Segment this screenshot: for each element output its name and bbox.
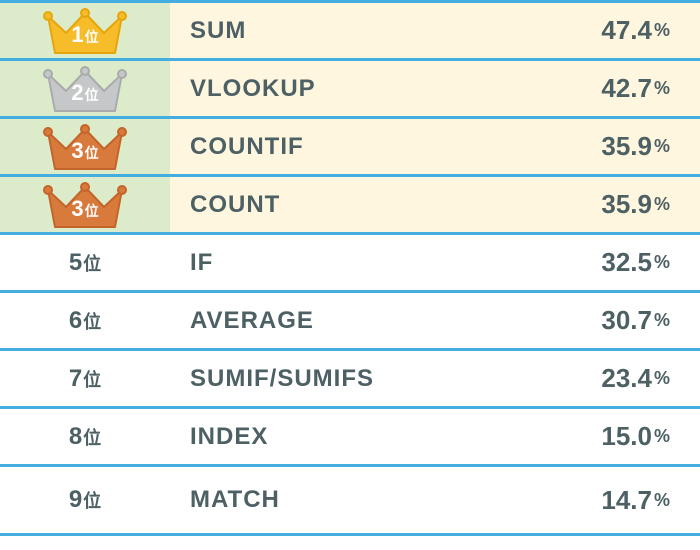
percent-mark: % — [654, 310, 670, 331]
rank-suffix: 位 — [83, 491, 101, 511]
percent-value: 14.7 — [601, 485, 652, 516]
function-name: IF — [190, 249, 213, 277]
table-row: 5位 IF 32.5% — [0, 235, 700, 293]
rank-crown-badge: 2 位 — [42, 65, 128, 113]
function-name: AVERAGE — [190, 307, 314, 335]
rank-cell: 1 位 — [0, 3, 170, 58]
rank-number: 8 — [69, 423, 82, 450]
table-row: 9位 MATCH 14.7% — [0, 467, 700, 533]
function-name: COUNTIF — [190, 133, 304, 161]
percent-mark: % — [654, 252, 670, 273]
percent-value: 15.0 — [601, 421, 652, 452]
rank-crown-badge: 3 位 — [42, 123, 128, 171]
table-row: 6位 AVERAGE 30.7% — [0, 293, 700, 351]
ranking-table: 1 位 SUM47.4% 2 位 VLOOKUP42.7% 3 位 COUNTI… — [0, 0, 700, 536]
percent-mark: % — [654, 78, 670, 99]
rank-number: 6 — [69, 307, 82, 334]
percent-mark: % — [654, 194, 670, 215]
function-name-cell: COUNTIF — [170, 119, 510, 174]
percent-mark: % — [654, 20, 670, 41]
function-name-cell: MATCH — [170, 467, 510, 533]
rank-suffix: 位 — [85, 27, 99, 47]
rank-number: 1 — [71, 22, 83, 48]
rank-label: 7位 — [69, 365, 101, 393]
rank-suffix: 位 — [85, 85, 99, 105]
rank-cell: 5位 — [0, 235, 170, 290]
percent-cell: 47.4% — [510, 3, 700, 58]
function-name-cell: IF — [170, 235, 510, 290]
percent-cell: 42.7% — [510, 61, 700, 116]
percent-value: 30.7 — [601, 305, 652, 336]
rank-suffix: 位 — [83, 312, 101, 332]
rank-label: 8位 — [69, 423, 101, 451]
percent-cell: 23.4% — [510, 351, 700, 406]
table-row: 3 位 COUNT 35.9% — [0, 177, 700, 235]
rank-crown-badge: 1 位 — [42, 7, 128, 55]
rank-label: 2 位 — [71, 80, 98, 106]
function-name: VLOOKUP — [190, 75, 316, 103]
percent-value: 32.5 — [601, 247, 652, 278]
rank-crown-badge: 3 位 — [42, 181, 128, 229]
rank-suffix: 位 — [83, 428, 101, 448]
rank-suffix: 位 — [83, 254, 101, 274]
percent-value: 23.4 — [601, 363, 652, 394]
rank-label: 5位 — [69, 249, 101, 277]
percent-cell: 35.9% — [510, 119, 700, 174]
function-name: MATCH — [190, 486, 280, 514]
rank-label: 3 位 — [71, 138, 98, 164]
table-row: 7位 SUMIF/SUMIFS 23.4% — [0, 351, 700, 409]
rank-cell: 3 位 — [0, 177, 170, 232]
rank-label: 6位 — [69, 307, 101, 335]
function-name: SUM — [190, 17, 246, 45]
function-name: INDEX — [190, 423, 268, 451]
table-row: 2 位 VLOOKUP 42.7% — [0, 61, 700, 119]
percent-value: 42.7 — [601, 73, 652, 104]
table-row: 1 位 SUM 47.4% — [0, 3, 700, 61]
percent-cell: 35.9% — [510, 177, 700, 232]
rank-number: 3 — [71, 138, 83, 164]
function-name-cell: SUM — [170, 3, 510, 58]
percent-cell: 15.0% — [510, 409, 700, 464]
table-row: 3 位 COUNTIF 35.9% — [0, 119, 700, 177]
percent-mark: % — [654, 426, 670, 447]
rank-suffix: 位 — [85, 143, 99, 163]
rank-cell: 8位 — [0, 409, 170, 464]
percent-cell: 32.5% — [510, 235, 700, 290]
percent-mark: % — [654, 136, 670, 157]
function-name-cell: INDEX — [170, 409, 510, 464]
rank-label: 3 位 — [71, 196, 98, 222]
rank-cell: 7位 — [0, 351, 170, 406]
rank-label: 9位 — [69, 486, 101, 514]
percent-value: 35.9 — [601, 131, 652, 162]
rank-cell: 2 位 — [0, 61, 170, 116]
percent-mark: % — [654, 490, 670, 511]
percent-cell: 14.7% — [510, 467, 700, 533]
rank-cell: 9位 — [0, 467, 170, 533]
rank-number: 5 — [69, 249, 82, 276]
percent-cell: 30.7% — [510, 293, 700, 348]
rank-suffix: 位 — [85, 201, 99, 221]
percent-value: 47.4 — [601, 15, 652, 46]
rank-cell: 3 位 — [0, 119, 170, 174]
function-name-cell: SUMIF/SUMIFS — [170, 351, 510, 406]
rank-number: 9 — [69, 486, 82, 513]
function-name: COUNT — [190, 191, 280, 219]
rank-number: 3 — [71, 196, 83, 222]
percent-mark: % — [654, 368, 670, 389]
function-name-cell: COUNT — [170, 177, 510, 232]
table-row: 8位 INDEX 15.0% — [0, 409, 700, 467]
rank-number: 7 — [69, 365, 82, 392]
function-name-cell: AVERAGE — [170, 293, 510, 348]
rank-number: 2 — [71, 80, 83, 106]
function-name: SUMIF/SUMIFS — [190, 365, 374, 393]
rank-suffix: 位 — [83, 370, 101, 390]
rank-label: 1 位 — [71, 22, 98, 48]
rank-cell: 6位 — [0, 293, 170, 348]
function-name-cell: VLOOKUP — [170, 61, 510, 116]
percent-value: 35.9 — [601, 189, 652, 220]
